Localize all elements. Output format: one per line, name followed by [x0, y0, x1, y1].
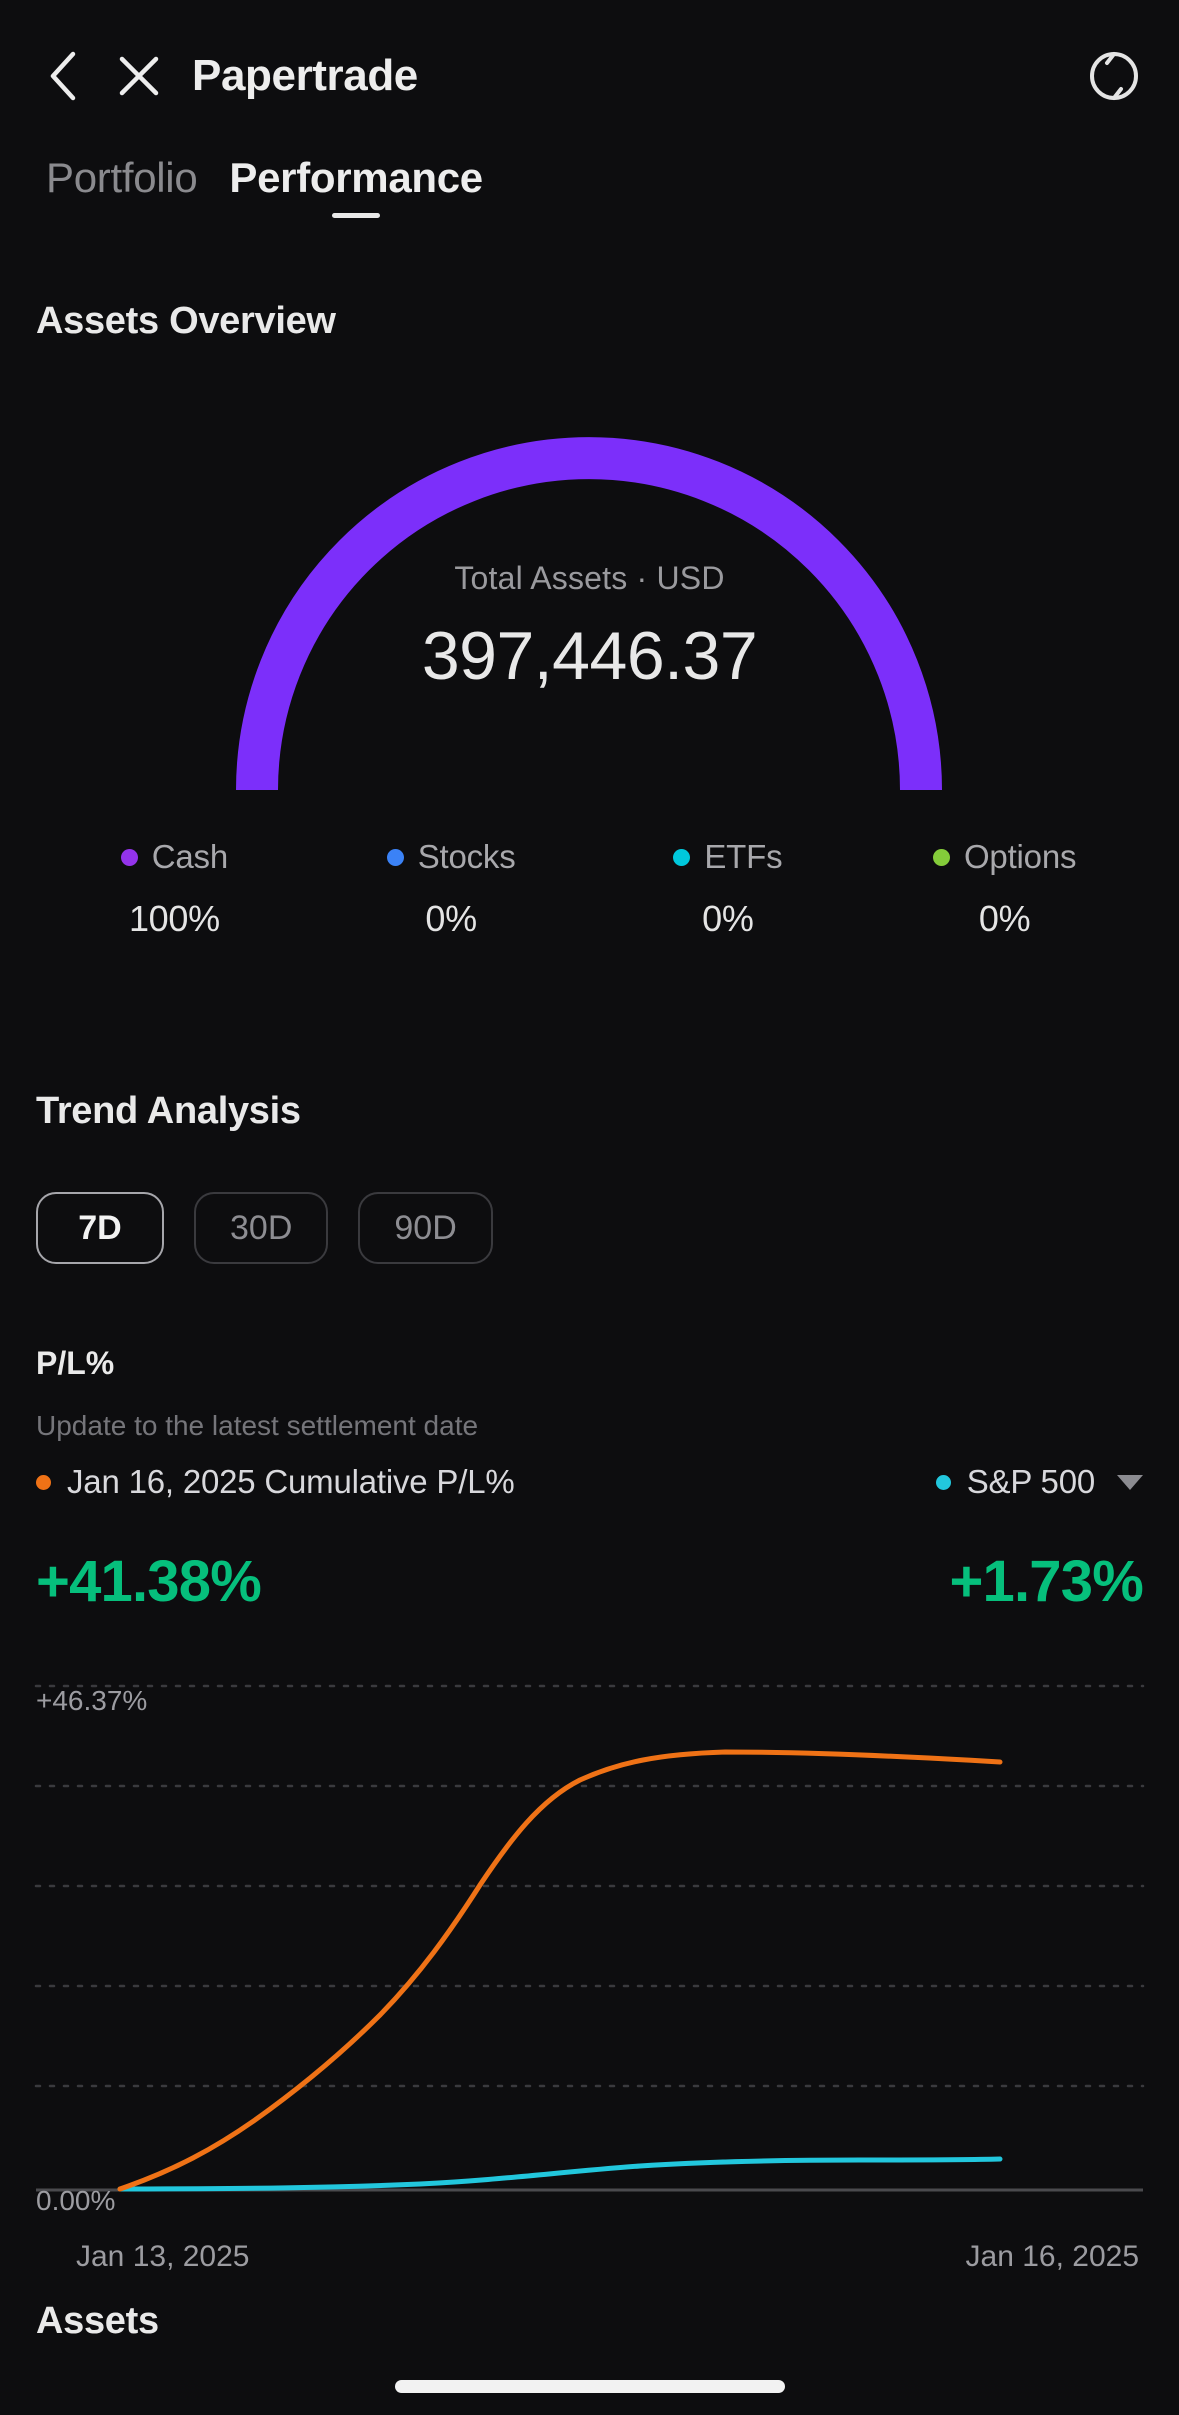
chart-y-max-label: +46.37% — [36, 1685, 148, 1716]
range-chip-90d[interactable]: 90D — [358, 1192, 493, 1264]
allocation-item-header: Options — [932, 838, 1077, 876]
total-assets-value: 397,446.37 — [421, 618, 758, 694]
pl-percent-title: P/L% — [36, 1345, 115, 1381]
stocks-color-dot — [386, 848, 404, 866]
chart-series-benchmark — [117, 2156, 1003, 2192]
tab-bar: Portfolio Performance — [0, 150, 1179, 244]
allocation-item-options[interactable]: Options 0% — [866, 838, 1143, 940]
allocation-item-etfs[interactable]: ETFs 0% — [590, 838, 867, 940]
gauge-center-readout: Total Assets · USD 397,446.37 — [0, 560, 1179, 695]
allocation-item-label: Stocks — [417, 838, 516, 875]
tab-performance[interactable]: Performance — [213, 150, 498, 218]
pl-line-chart[interactable] — [0, 1670, 1179, 2230]
benchmark-pl-value: +1.73% — [949, 1549, 1143, 1614]
close-icon[interactable] — [112, 49, 166, 103]
allocation-item-label: Options — [963, 838, 1077, 875]
chart-series-primary — [117, 1749, 1003, 2192]
refresh-icon[interactable] — [1085, 47, 1143, 105]
range-chip-label: 90D — [394, 1208, 457, 1247]
pl-legend-row: Jan 16, 2025 Cumulative P/L% S&P 500 — [36, 1463, 1143, 1501]
chart-x-start-label: Jan 13, 2025 — [76, 2240, 250, 2273]
home-indicator — [394, 2380, 785, 2393]
assets-section-title: Assets — [36, 2300, 159, 2342]
range-chip-label: 30D — [230, 1208, 293, 1247]
allocation-item-header: Cash — [120, 838, 228, 876]
primary-series-dot — [36, 1474, 51, 1490]
allocation-item-label: ETFs — [704, 838, 783, 875]
allocation-item-header: Stocks — [386, 838, 516, 876]
primary-pl-value: +41.38% — [36, 1549, 262, 1614]
assets-overview-title: Assets Overview — [36, 300, 336, 342]
allocation-item-cash[interactable]: Cash 100% — [36, 838, 313, 940]
allocation-item-header: ETFs — [673, 838, 783, 876]
tab-portfolio[interactable]: Portfolio — [30, 150, 213, 206]
gauge-caption: Total Assets · USD — [454, 560, 725, 596]
trend-analysis-title: Trend Analysis — [36, 1090, 301, 1132]
options-color-dot — [932, 848, 950, 866]
allocation-item-percent: 0% — [702, 898, 754, 939]
tab-active-indicator — [332, 213, 381, 218]
allocation-item-percent: 0% — [978, 898, 1031, 939]
etfs-color-dot — [673, 848, 691, 866]
primary-series-label: Jan 16, 2025 Cumulative P/L% — [67, 1463, 515, 1500]
benchmark-series-label: S&P 500 — [966, 1463, 1095, 1500]
allocation-item-percent: 100% — [128, 898, 220, 939]
chevron-left-icon[interactable] — [36, 49, 90, 103]
range-chip-7d[interactable]: 7D — [36, 1192, 164, 1264]
performance-screen: Papertrade Portfolio Performance Assets … — [0, 0, 1179, 2415]
chart-y-min-label: 0.00% — [36, 2185, 116, 2216]
range-chip-label: 7D — [78, 1208, 122, 1247]
navigation-bar: Papertrade — [0, 0, 1179, 152]
pl-values-row: +41.38% +1.73% — [36, 1548, 1144, 1615]
allocation-legend: Cash 100% Stocks 0% ETFs 0% Options 0% — [0, 838, 1179, 940]
allocation-item-percent: 0% — [425, 898, 477, 939]
chart-x-end-label: Jan 16, 2025 — [965, 2240, 1139, 2273]
allocation-item-label: Cash — [151, 838, 228, 875]
range-chip-30d[interactable]: 30D — [194, 1192, 329, 1264]
tab-portfolio-label: Portfolio — [46, 154, 198, 201]
page-title: Papertrade — [192, 51, 418, 100]
chevron-down-icon[interactable] — [1117, 1474, 1143, 1490]
benchmark-selector[interactable]: S&P 500 — [935, 1463, 1143, 1501]
total-assets-gauge: Total Assets · USD 397,446.37 — [0, 400, 1179, 800]
tab-performance-label: Performance — [229, 154, 483, 201]
allocation-item-stocks[interactable]: Stocks 0% — [313, 838, 590, 940]
range-selector: 7D 30D 90D — [36, 1192, 493, 1264]
cash-color-dot — [120, 848, 138, 866]
benchmark-series-dot — [935, 1474, 951, 1490]
chart-gridlines — [34, 1684, 1145, 2088]
pl-primary-legend: Jan 16, 2025 Cumulative P/L% — [36, 1463, 515, 1501]
pl-subtitle: Update to the latest settlement date — [36, 1410, 479, 1441]
